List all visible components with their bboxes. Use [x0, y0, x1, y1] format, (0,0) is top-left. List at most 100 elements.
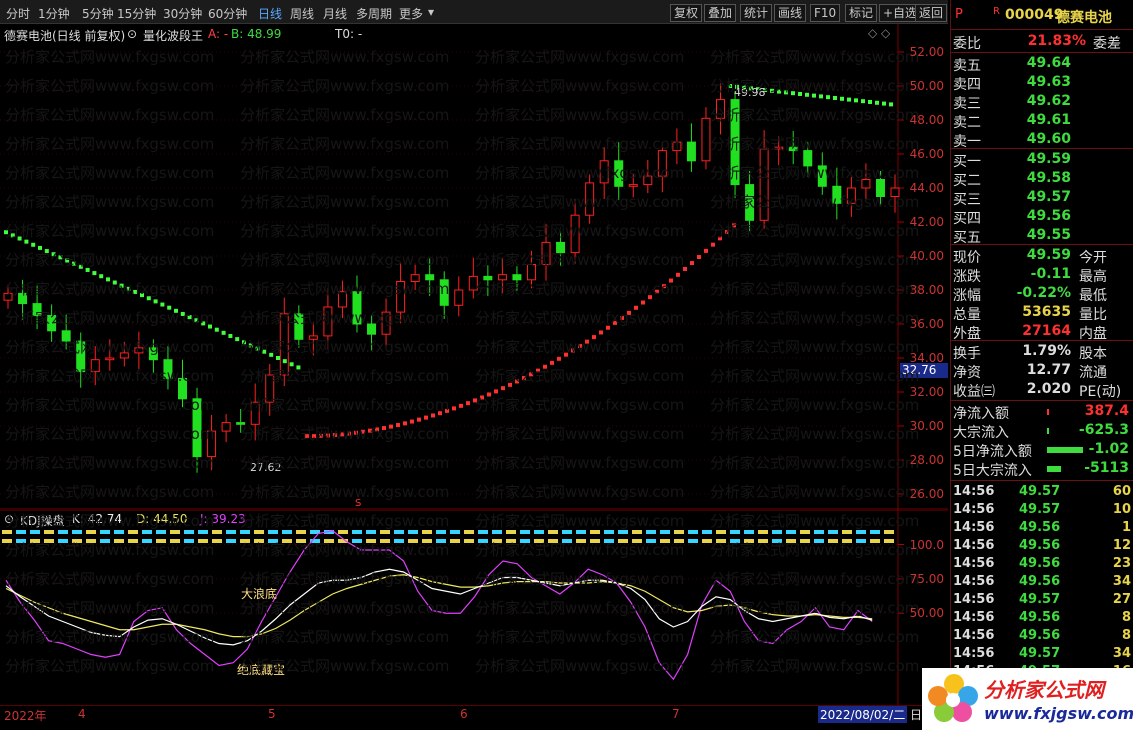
stat-value: 49.59: [1026, 247, 1071, 263]
period-10[interactable]: 更多: [399, 5, 423, 22]
period-7[interactable]: 周线: [290, 5, 314, 22]
indicator-menu-icon[interactable]: ⊙: [127, 27, 137, 41]
candlestick-chart[interactable]: [0, 24, 948, 510]
indicator-a: A: -: [208, 27, 229, 41]
tool-0[interactable]: 复权: [670, 4, 703, 22]
quote-panel: P R 000049 德赛电池 委比 21.83% 委差 卖五 49.64 卖四 49.63…: [950, 0, 1133, 730]
period-2[interactable]: 5分钟: [82, 5, 114, 22]
tool-3[interactable]: 画线: [774, 4, 807, 22]
band-dot-green: [228, 333, 233, 338]
band-dot-green: [777, 89, 781, 94]
kdj-block: [506, 539, 516, 543]
band-dot-red: [683, 266, 687, 271]
kdj-block: [142, 539, 152, 543]
kdj-block: [576, 530, 586, 534]
bid-row[interactable]: 买四 49.56: [953, 207, 1131, 227]
band-dot-red: [529, 372, 533, 377]
kdj-block: [604, 530, 614, 534]
tool-4[interactable]: F10: [810, 4, 841, 22]
kdj-block: [632, 539, 642, 543]
tool-2[interactable]: 统计: [740, 4, 773, 22]
period-8[interactable]: 月线: [323, 5, 347, 22]
kdj-block: [72, 530, 82, 534]
tick-time: 14:56: [953, 646, 995, 661]
period-0[interactable]: 分时: [6, 5, 30, 22]
band-dot-red: [368, 428, 372, 433]
candle: [76, 332, 86, 388]
period-6[interactable]: 日线: [258, 5, 282, 22]
weibi-row: 委比 21.83% 委差: [953, 32, 1131, 52]
fund-label: 收益㈢: [953, 384, 995, 400]
bid-row[interactable]: 买五 49.55: [953, 226, 1131, 246]
bid-label: 买三: [953, 192, 981, 208]
tool-5[interactable]: 标记: [845, 4, 878, 22]
bid-row[interactable]: 买二 49.58: [953, 169, 1131, 189]
fund-label: 净资: [953, 365, 981, 381]
band-dot-red: [662, 284, 666, 289]
kdj-block: [856, 530, 866, 534]
bid-row[interactable]: 买一 49.59: [953, 150, 1131, 170]
bid-label: 买四: [953, 211, 981, 227]
ask-row[interactable]: 卖三 49.62: [953, 92, 1131, 112]
kdj-block: [394, 539, 404, 543]
candle: [352, 275, 362, 333]
period-5[interactable]: 60分钟: [208, 5, 247, 22]
ask-row[interactable]: 卖四 49.63: [953, 73, 1131, 93]
tick-price: 49.56: [1019, 538, 1061, 553]
candle: [614, 142, 624, 200]
band-dot-green: [282, 359, 287, 364]
band-dot-green: [248, 343, 253, 348]
kdj-block: [114, 530, 124, 534]
tick-volume: 34: [1112, 646, 1131, 661]
tick-volume: 1: [1121, 520, 1131, 535]
band-dot-red: [326, 433, 330, 438]
date-label: 2022年: [4, 709, 47, 723]
band-dot-green: [805, 92, 809, 97]
kdj-menu-icon[interactable]: ⊙: [4, 512, 14, 526]
period-3[interactable]: 15分钟: [117, 5, 156, 22]
band-dot-red: [599, 330, 603, 335]
flow-bar: [1047, 409, 1049, 415]
candle: [410, 263, 420, 290]
tool-1[interactable]: 叠加: [704, 4, 737, 22]
indicator-name[interactable]: 量化波段王: [143, 27, 203, 44]
band-dot-red: [641, 300, 645, 305]
fund-value: 12.77: [1026, 362, 1071, 378]
price-tick: 50.00: [909, 79, 944, 93]
candle: [497, 258, 507, 294]
band-dot-red: [431, 413, 435, 418]
tick-time: 14:56: [953, 502, 995, 517]
tick-row: 14:56 49.57 10: [953, 502, 1131, 520]
flow-value: -625.3: [1078, 422, 1129, 438]
period-1[interactable]: 1分钟: [38, 5, 70, 22]
tool-7[interactable]: 返回: [915, 4, 948, 22]
band-dot-red: [382, 426, 386, 431]
band-dot-green: [242, 340, 246, 345]
bid-row[interactable]: 买三 49.57: [953, 188, 1131, 208]
kdj-block: [436, 539, 446, 543]
ask-row[interactable]: 卖二 49.61: [953, 111, 1131, 131]
flow-row: 大宗流入 -625.3: [953, 421, 1131, 441]
tick-row: 14:56 49.56 34: [953, 574, 1131, 592]
divider: [951, 244, 1133, 245]
kdj-block: [282, 539, 292, 543]
more-dropdown-icon[interactable]: ▾: [428, 5, 434, 19]
period-9[interactable]: 多周期: [356, 5, 392, 22]
stock-code: 000049: [1005, 7, 1064, 23]
band-dot-green: [78, 264, 83, 269]
kdj-chart[interactable]: [0, 510, 948, 705]
ask-row[interactable]: 卖五 49.64: [953, 54, 1131, 74]
settings-icon[interactable]: ◇ ◇: [868, 26, 890, 40]
signal-juedicangbao: 绝底藏宝: [237, 663, 286, 677]
band-dot-green: [221, 330, 226, 335]
kdj-block: [842, 530, 852, 534]
candle: [119, 341, 129, 367]
flow-bar: [1047, 466, 1061, 472]
price-tick: 34.00: [909, 351, 944, 365]
kdj-block: [618, 539, 628, 543]
ask-row[interactable]: 卖一 49.60: [953, 130, 1131, 150]
candle: [526, 250, 536, 289]
period-4[interactable]: 30分钟: [163, 5, 202, 22]
price-tick: 28.00: [909, 453, 944, 467]
tick-time: 14:56: [953, 538, 995, 553]
